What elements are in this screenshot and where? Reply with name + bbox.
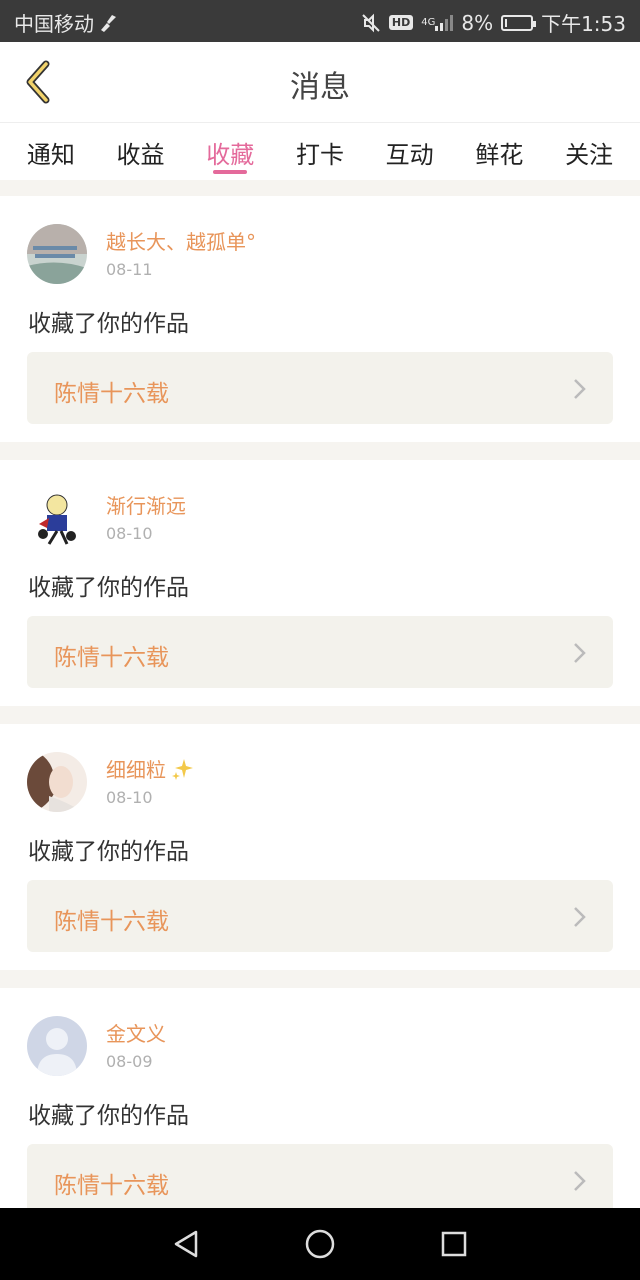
tab-earnings[interactable]: 收益 [101,123,181,180]
avatar[interactable] [27,224,87,284]
nav-bar: 消息 [0,42,640,122]
recents-square-icon[interactable] [440,1230,468,1258]
network-type: 4G [421,17,436,28]
carrier-name: 中国移动 [14,12,94,36]
username[interactable]: 渐行渐远 [106,490,186,519]
username[interactable]: 细细粒 [106,754,194,783]
date: 08-09 [106,1052,153,1071]
system-nav-bar [0,1208,640,1280]
message-list: 越长大、越孤单° 08-11 收藏了你的作品 陈情十六载 渐行渐远 08-10 … [0,196,640,1252]
hd-icon: HD [388,15,414,30]
list-item: 金文义 08-09 收藏了你的作品 陈情十六载 [0,988,640,1234]
list-item: 渐行渐远 08-10 收藏了你的作品 陈情十六载 [0,460,640,706]
tab-favorites[interactable]: 收藏 [190,123,270,180]
username[interactable]: 越长大、越孤单° [106,226,256,255]
action-text: 收藏了你的作品 [28,839,189,865]
work-title: 陈情十六载 [54,909,169,935]
page-title: 消息 [290,70,350,105]
home-circle-icon[interactable] [304,1228,336,1260]
active-tab-indicator [213,170,248,174]
action-text: 收藏了你的作品 [28,1103,189,1129]
sparkle-icon [172,759,194,780]
chevron-right-icon [574,1171,586,1191]
username[interactable]: 金文义 [106,1018,166,1047]
default-avatar-icon [27,1016,87,1076]
list-item: 越长大、越孤单° 08-11 收藏了你的作品 陈情十六载 [0,196,640,442]
username-text: 细细粒 [106,758,166,782]
mute-icon [361,13,381,33]
tab-flowers[interactable]: 鲜花 [459,123,539,180]
signal-icon: 4G [421,14,454,31]
avatar[interactable] [27,488,87,548]
action-text: 收藏了你的作品 [28,311,189,337]
tab-bar: 通知 收益 收藏 打卡 互动 鲜花 关注 [0,122,640,180]
clock: 下午1:53 [541,12,626,36]
chevron-right-icon [574,643,586,663]
date: 08-10 [106,524,153,543]
carrier-area: 中国移动 [14,8,118,37]
work-title: 陈情十六载 [54,645,169,671]
tab-notifications[interactable]: 通知 [11,123,91,180]
date: 08-10 [106,788,153,807]
tab-checkin[interactable]: 打卡 [280,123,360,180]
work-title: 陈情十六载 [54,1173,169,1199]
status-right: HD 4G 8% 下午1:53 [361,8,626,37]
work-link[interactable]: 陈情十六载 [27,880,613,952]
status-bar: 中国移动 HD 4G 8% 下午1:53 [0,0,640,42]
avatar[interactable] [27,752,87,812]
date: 08-11 [106,260,153,279]
work-link[interactable]: 陈情十六载 [27,352,613,424]
avatar[interactable] [27,1016,87,1076]
tab-follow[interactable]: 关注 [549,123,629,180]
battery-percent: 8% [461,10,494,35]
broom-icon [98,13,118,33]
battery-icon [501,14,537,31]
work-link[interactable]: 陈情十六载 [27,1144,613,1216]
tab-interaction[interactable]: 互动 [370,123,450,180]
action-text: 收藏了你的作品 [28,575,189,601]
chevron-right-icon [574,907,586,927]
chevron-right-icon [574,379,586,399]
back-triangle-icon[interactable] [172,1229,200,1259]
list-item: 细细粒 08-10 收藏了你的作品 陈情十六载 [0,724,640,970]
work-title: 陈情十六载 [54,381,169,407]
work-link[interactable]: 陈情十六载 [27,616,613,688]
